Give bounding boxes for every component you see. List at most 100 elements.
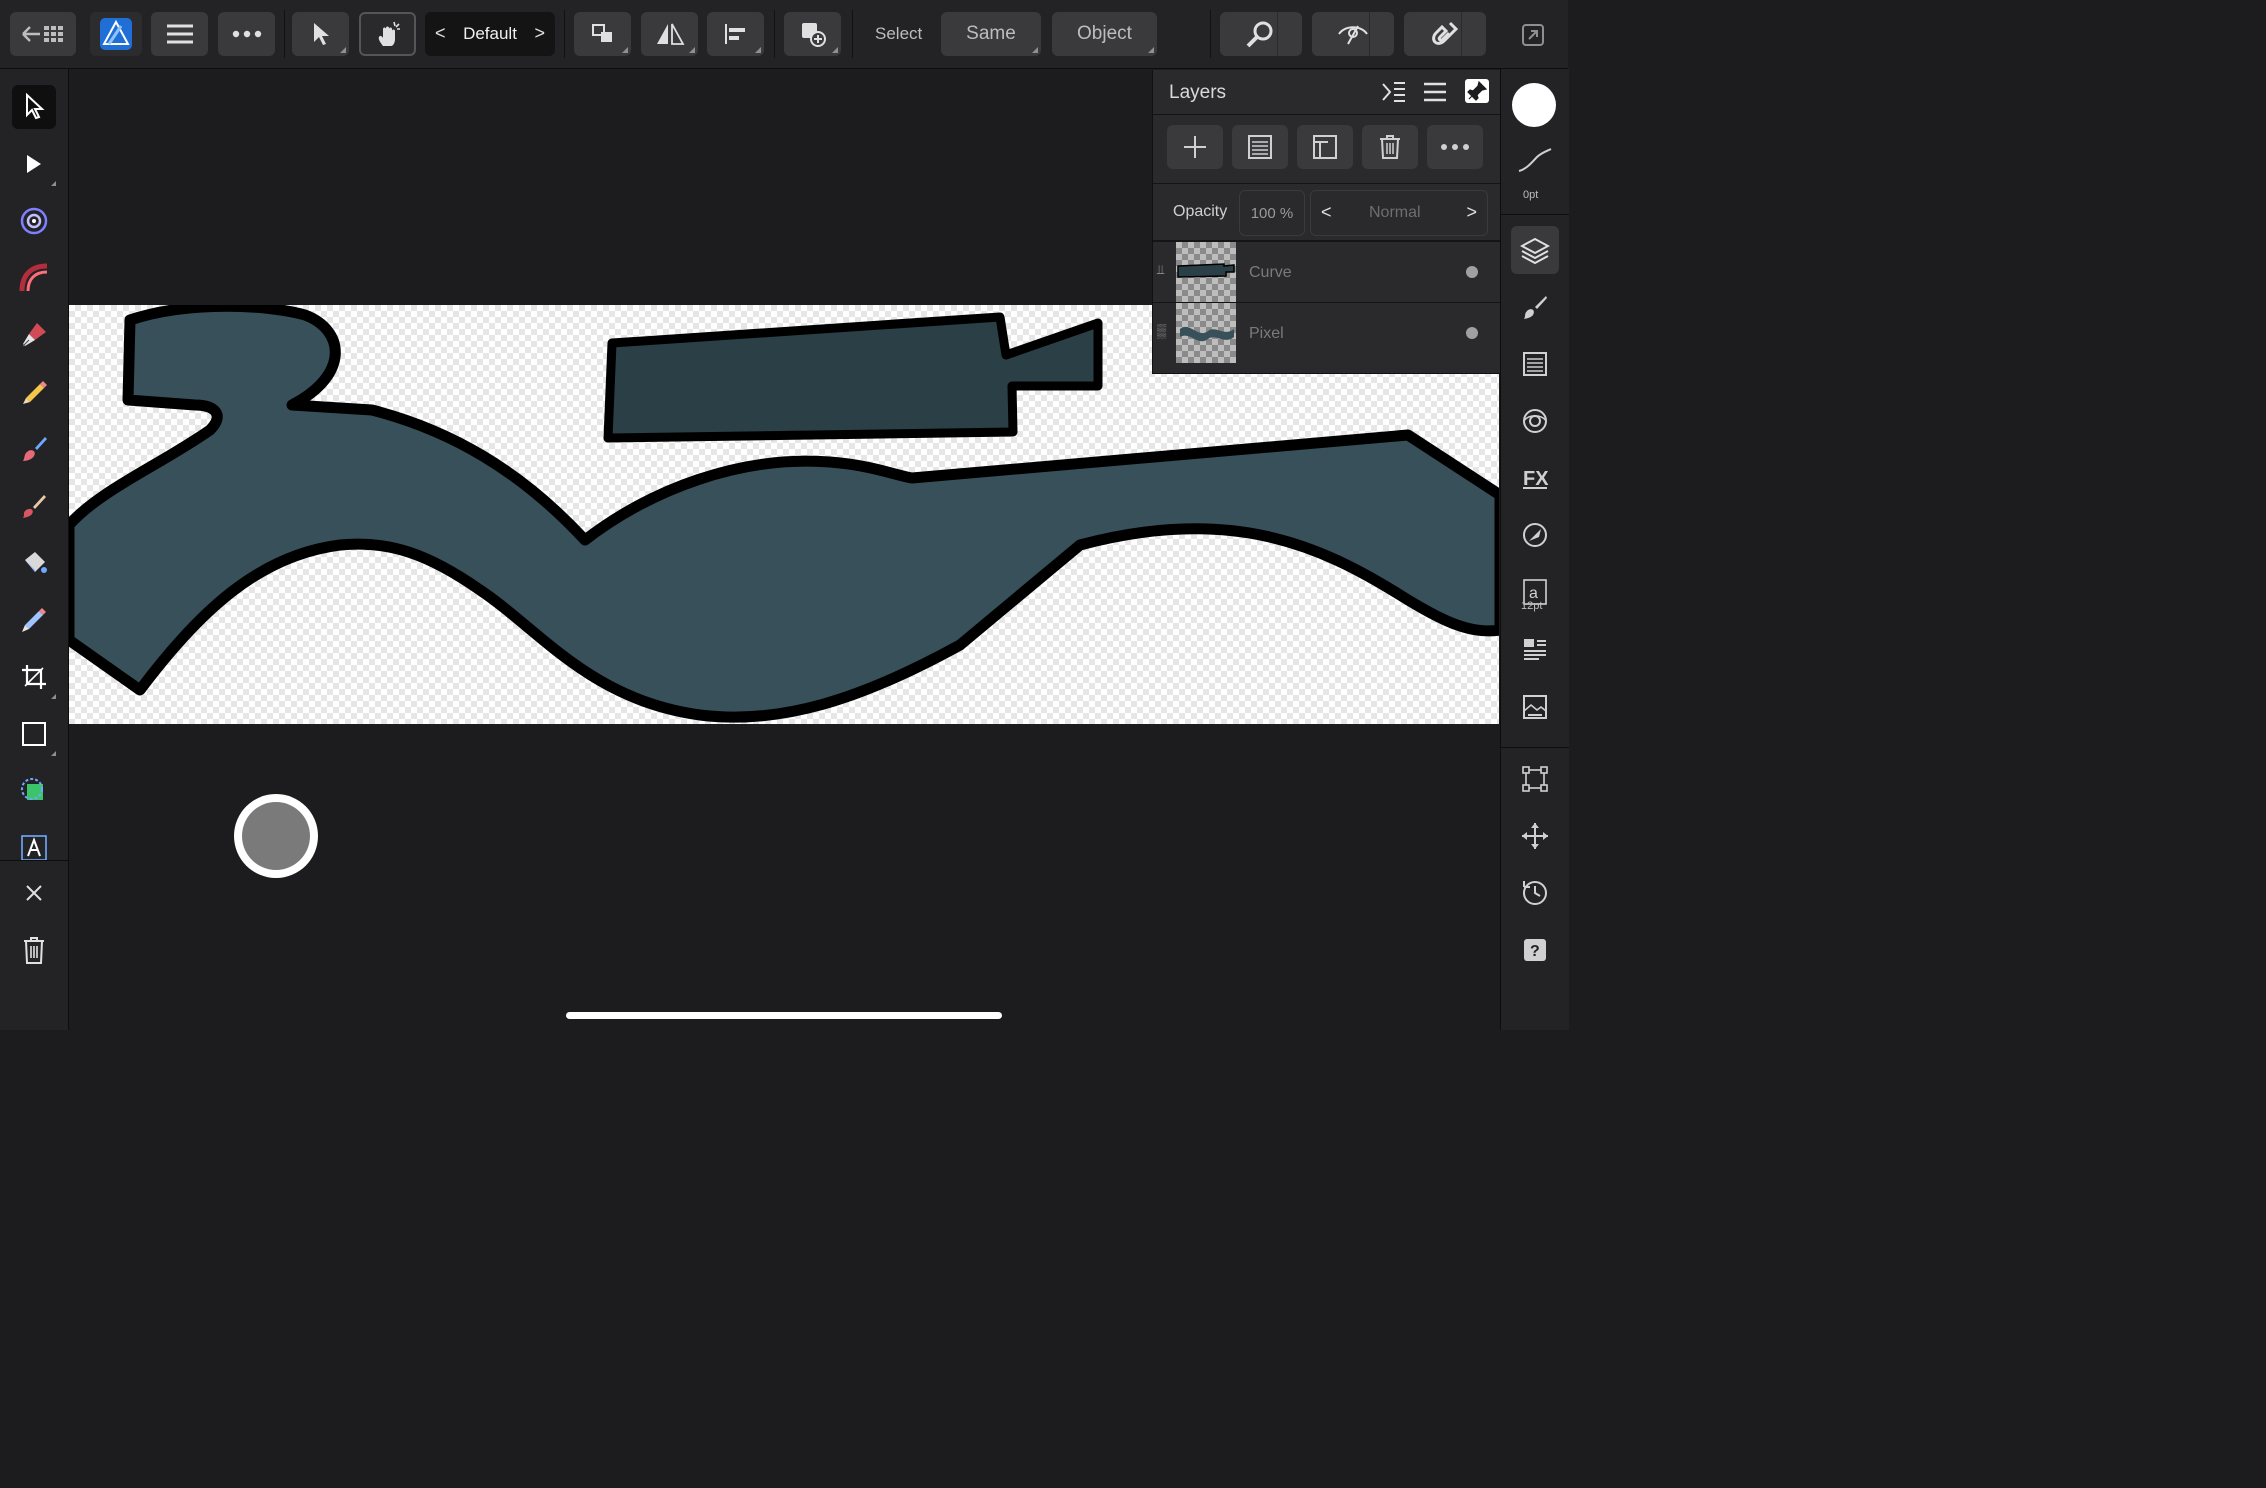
delete-layer-button[interactable] (1362, 125, 1418, 169)
panel-menu-icon[interactable] (1423, 82, 1447, 102)
menu-button[interactable] (151, 12, 208, 56)
layers-studio-button[interactable] (1511, 226, 1559, 274)
view-zoom-button[interactable] (1220, 12, 1302, 56)
shape-builder-tool[interactable] (12, 769, 56, 813)
brushes-studio-button[interactable] (1511, 283, 1559, 331)
chevron-right-icon[interactable]: > (1466, 202, 1477, 223)
flip-button[interactable] (641, 12, 698, 56)
appearance-studio-button[interactable] (1511, 397, 1559, 445)
delete-button[interactable] (12, 928, 56, 972)
trash-icon (1380, 135, 1400, 159)
paint-brush-tool[interactable] (12, 484, 56, 528)
move-arrows-icon (1522, 823, 1548, 849)
view-mode-dropdown[interactable] (1369, 12, 1394, 56)
transform-icon (1522, 766, 1548, 792)
touch-mode-button[interactable] (359, 12, 416, 56)
view-zoom-dropdown[interactable] (1277, 12, 1302, 56)
visibility-toggle[interactable] (1466, 327, 1478, 339)
pencil-tool[interactable] (12, 370, 56, 414)
pen-tool[interactable] (12, 313, 56, 357)
chevron-left-icon[interactable]: < (1321, 202, 1332, 223)
text-icon (21, 835, 47, 861)
layer-name: Curve (1249, 264, 1292, 281)
snapping-button[interactable] (1404, 12, 1486, 56)
pin-panel-button[interactable] (1465, 79, 1489, 103)
close-icon (26, 885, 42, 901)
artistic-text-tool[interactable] (12, 826, 56, 870)
add-pixel-layer-button[interactable] (1232, 125, 1288, 169)
select-same-button[interactable]: Same (941, 12, 1041, 56)
more-button[interactable] (218, 12, 275, 56)
add-layer-button[interactable] (1167, 125, 1223, 169)
hand-tap-icon (378, 21, 400, 46)
effects-studio-button[interactable]: FX (1511, 454, 1559, 502)
layer-row-pixel[interactable]: ▒ Pixel (1153, 302, 1500, 363)
back-grid-icon (22, 26, 63, 42)
flip-horizontal-icon (656, 23, 685, 45)
group-layers-button[interactable] (1297, 125, 1353, 169)
studio-bar: 0pt FX a 12pt ? (1500, 69, 1569, 1030)
home-indicator[interactable] (566, 1012, 1002, 1019)
assets-studio-button[interactable] (1511, 683, 1559, 731)
fill-tool[interactable] (12, 541, 56, 585)
corner-tool[interactable] (12, 199, 56, 243)
layer-thumbnail (1176, 242, 1236, 302)
trash-icon (24, 937, 44, 964)
paint-bucket-icon (25, 552, 47, 573)
visibility-toggle[interactable] (1466, 266, 1478, 278)
persona-selector[interactable]: < Default > (425, 12, 555, 56)
move-tool[interactable] (12, 85, 56, 129)
vector-brush-tool[interactable] (12, 427, 56, 471)
node-tool[interactable] (12, 142, 56, 186)
brush-icon (1524, 296, 1547, 319)
ellipsis-icon (232, 30, 261, 38)
blend-mode-selector[interactable]: < Normal > (1310, 190, 1488, 236)
appearance-icon (1523, 409, 1547, 433)
back-to-documents-button[interactable] (10, 12, 76, 56)
chevron-left-icon[interactable]: < (435, 23, 446, 44)
designer-logo-icon (100, 18, 132, 50)
vector-icon: ⫫ (1157, 262, 1165, 277)
opacity-field[interactable]: 100 % (1239, 190, 1305, 236)
toolbar-divider (564, 10, 565, 58)
history-studio-button[interactable] (1511, 869, 1559, 917)
insert-button[interactable] (784, 12, 841, 56)
hamburger-icon (166, 24, 193, 44)
align-button[interactable] (707, 12, 764, 56)
arrange-button[interactable] (574, 12, 631, 56)
layer-name: Pixel (1249, 325, 1284, 342)
stock-studio-button[interactable] (1511, 340, 1559, 388)
studio-toggle-button[interactable] (1516, 18, 1550, 52)
select-object-label: Object (1077, 23, 1132, 44)
transparency-tool[interactable] (12, 598, 56, 642)
help-button[interactable]: ? (1511, 926, 1559, 974)
fill-color-swatch[interactable] (1512, 83, 1556, 127)
stroke-style-icon[interactable] (1517, 147, 1553, 173)
studio-divider (1501, 747, 1569, 748)
contour-icon (19, 263, 48, 292)
chevron-right-icon[interactable]: > (534, 23, 545, 44)
select-object-button[interactable]: Object (1052, 12, 1157, 56)
close-button[interactable] (12, 871, 56, 915)
snapping-dropdown[interactable] (1461, 12, 1486, 56)
layer-more-button[interactable] (1427, 125, 1483, 169)
paragraph-studio-button[interactable] (1511, 626, 1559, 674)
styles-studio-button[interactable] (1511, 511, 1559, 559)
affinity-designer-logo[interactable] (90, 12, 142, 56)
transform-studio-button[interactable] (1511, 755, 1559, 803)
assets-icon (1523, 695, 1547, 719)
view-mode-button[interactable] (1312, 12, 1394, 56)
paragraph-icon (1524, 639, 1546, 660)
rectangle-tool[interactable] (12, 712, 56, 756)
layer-row-curve[interactable]: ⫫ Curve (1153, 241, 1500, 302)
contour-tool[interactable] (12, 256, 56, 300)
corner-tool-icon (20, 207, 48, 235)
select-mode-button[interactable] (292, 12, 349, 56)
navigator-studio-button[interactable] (1511, 812, 1559, 860)
arrange-icon (591, 24, 612, 42)
modifier-touch-button[interactable] (234, 794, 318, 878)
magnifier-icon (1246, 21, 1273, 48)
collapse-panel-icon[interactable] (1381, 80, 1407, 104)
rectangle-shape[interactable] (603, 312, 1103, 443)
crop-tool[interactable] (12, 655, 56, 699)
